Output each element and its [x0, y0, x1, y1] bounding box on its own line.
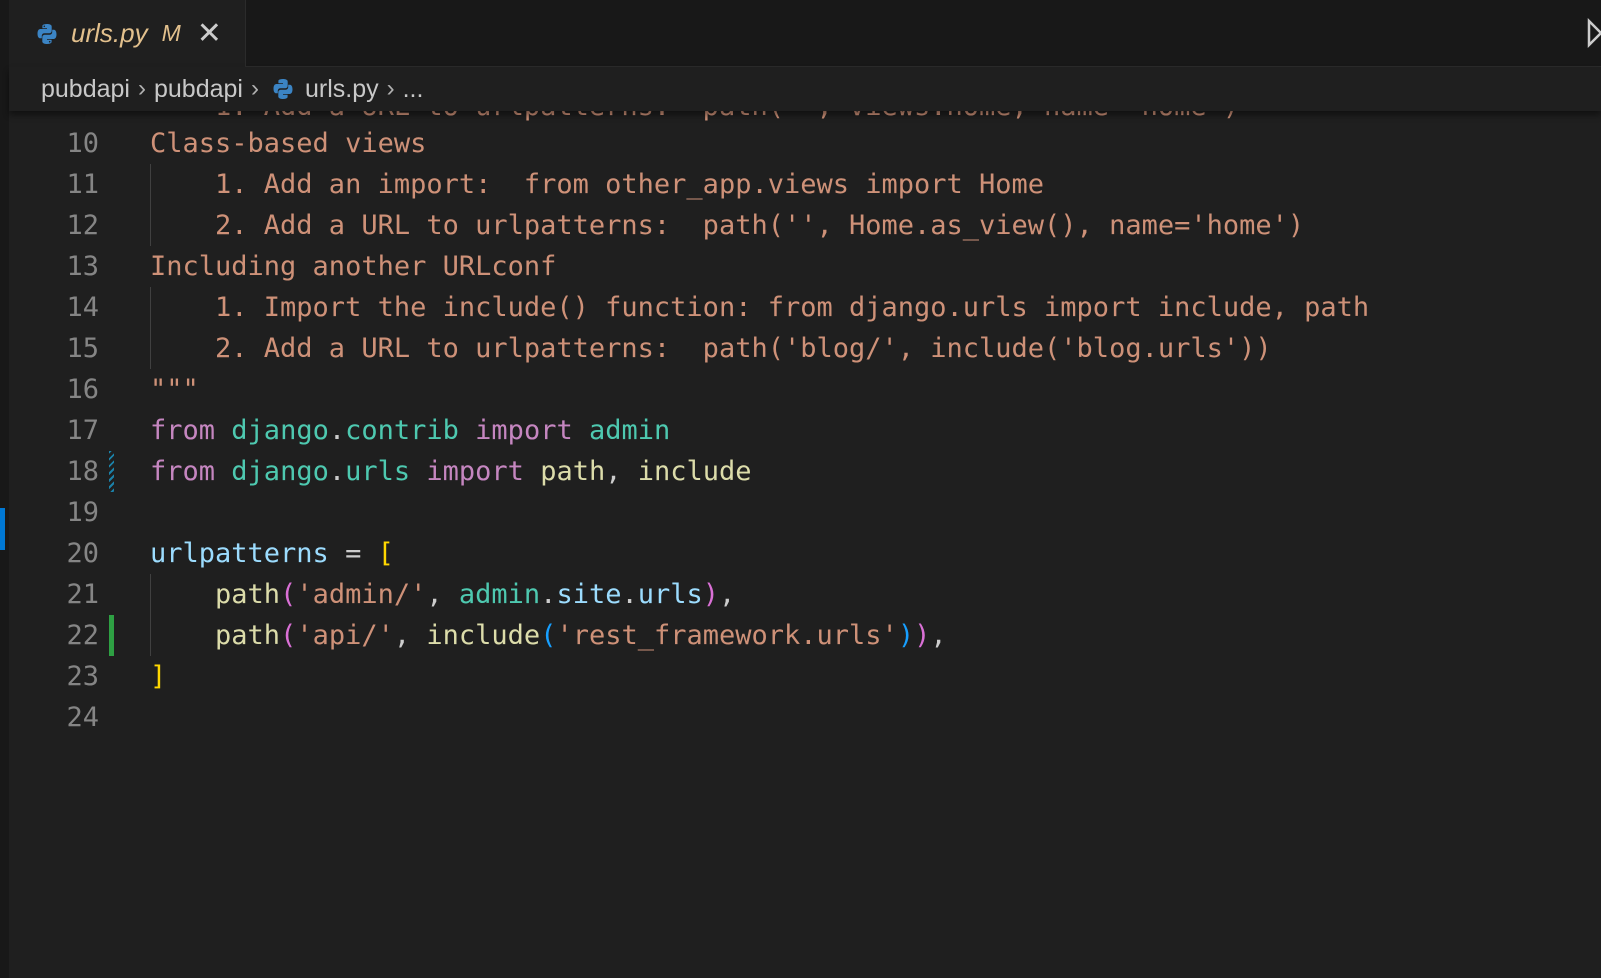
- line-text: path('admin/', admin.site.urls),: [215, 579, 736, 610]
- python-icon: [37, 23, 57, 44]
- breadcrumb-symbols[interactable]: ...: [403, 75, 424, 104]
- modified-line-marker[interactable]: [109, 451, 114, 492]
- line-number: 12: [66, 210, 99, 241]
- line-number: 19: [66, 497, 99, 528]
- code-line: 17 from django.contrib import admin: [9, 410, 1601, 451]
- code-line: 11 1. Add an import: from other_app.view…: [9, 164, 1601, 205]
- code-line: 12 2. Add a URL to urlpatterns: path('',…: [9, 205, 1601, 246]
- code-line: 16 """: [9, 369, 1601, 410]
- activity-strip: [0, 0, 9, 978]
- code-line: 22 path('api/', include('rest_framework.…: [9, 615, 1601, 656]
- run-icon[interactable]: [1587, 18, 1601, 48]
- line-text: 1. Import the include() function: from d…: [150, 292, 1370, 323]
- line-text: 2. Add a URL to urlpatterns: path('', Ho…: [150, 210, 1305, 241]
- line-number: 13: [66, 251, 99, 282]
- code-line: 23]: [9, 656, 1601, 697]
- code-line: 24: [9, 697, 1601, 738]
- line-number: 22: [66, 620, 99, 651]
- breadcrumb-folder-1[interactable]: pubdapi: [41, 75, 130, 104]
- line-number: 18: [66, 456, 99, 487]
- line-number: 11: [66, 169, 99, 200]
- line-number: 23: [66, 661, 99, 692]
- line-number: 14: [66, 292, 99, 323]
- line-number: 10: [66, 128, 99, 159]
- line-number: 17: [66, 415, 99, 446]
- code-line: 10 Class-based views: [9, 123, 1601, 164]
- code-line: 18 from django.urls import path, include: [9, 451, 1601, 492]
- modified-badge: M: [161, 20, 181, 46]
- code-line: 14 1. Import the include() function: fro…: [9, 287, 1601, 328]
- tab-urls-py[interactable]: urls.py M ✕: [9, 0, 246, 67]
- code-line: 19: [9, 492, 1601, 533]
- line-text: Class-based views: [150, 128, 427, 159]
- indent-guide: [150, 574, 151, 656]
- line-number: 24: [66, 702, 99, 733]
- active-indicator: [0, 508, 5, 550]
- line-text: ]: [150, 661, 167, 692]
- breadcrumb-folder-2[interactable]: pubdapi: [154, 75, 243, 104]
- line-number: 16: [66, 374, 99, 405]
- line-number: 21: [66, 579, 99, 610]
- tab-bar: urls.py M ✕: [9, 0, 1601, 67]
- indent-guide: [150, 287, 151, 369]
- line-text: path('api/', include('rest_framework.url…: [215, 620, 947, 651]
- line-text: Including another URLconf: [150, 251, 557, 282]
- code-line: 21 path('admin/', admin.site.urls),: [9, 574, 1601, 615]
- line-text: 1. Add an import: from other_app.views i…: [150, 169, 1045, 200]
- line-text: """: [150, 374, 199, 405]
- code-line: 13 Including another URLconf: [9, 246, 1601, 287]
- chevron-right-icon: ›: [137, 75, 146, 102]
- line-text: from django.urls import path, include: [150, 456, 752, 487]
- chevron-right-icon: ›: [250, 75, 259, 102]
- editor-window: urls.py M ✕ 1. Add a URL to urlpatterns:…: [0, 0, 1601, 978]
- line-text: 2. Add a URL to urlpatterns: path('blog/…: [150, 333, 1272, 364]
- line-text: from django.contrib import admin: [150, 415, 671, 446]
- added-line-marker[interactable]: [109, 615, 114, 656]
- close-icon[interactable]: ✕: [197, 18, 222, 49]
- tab-filename: urls.py: [71, 18, 148, 48]
- code-line: 15 2. Add a URL to urlpatterns: path('bl…: [9, 328, 1601, 369]
- indent-guide: [150, 164, 151, 246]
- line-text: urlpatterns = [: [150, 538, 394, 569]
- code-editor[interactable]: 1. Add a URL to urlpatterns: path('', vi…: [9, 67, 1601, 978]
- line-number: 15: [66, 333, 99, 364]
- breadcrumb: pubdapi › pubdapi › urls.py › ...: [9, 67, 1601, 111]
- line-number: 20: [66, 538, 99, 569]
- python-icon: [273, 79, 293, 99]
- chevron-right-icon: ›: [386, 75, 395, 102]
- breadcrumb-file[interactable]: urls.py: [305, 75, 379, 104]
- code-line: 20 urlpatterns = [: [9, 533, 1601, 574]
